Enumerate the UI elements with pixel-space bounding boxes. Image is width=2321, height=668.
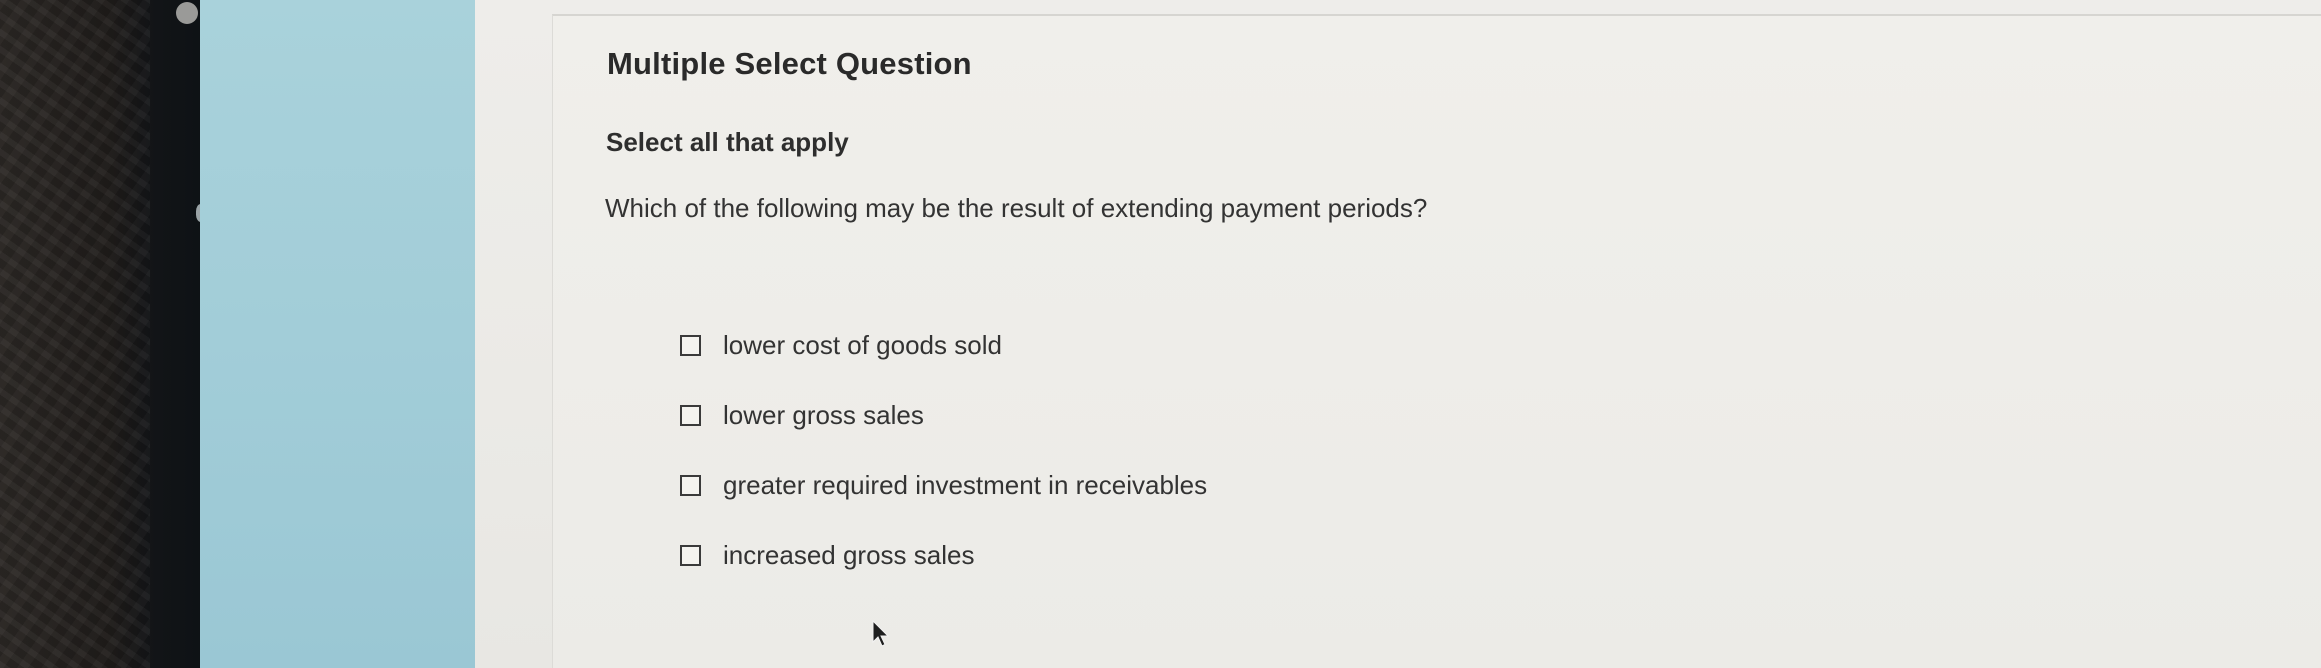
answer-option[interactable]: lower gross sales bbox=[680, 400, 1207, 430]
answer-option-label[interactable]: lower gross sales bbox=[723, 400, 924, 431]
photo-of-screen: Multiple Select Question Select all that… bbox=[0, 0, 2321, 668]
answer-options-list: lower cost of goods sold lower gross sal… bbox=[680, 330, 1207, 610]
checkbox-icon[interactable] bbox=[680, 404, 701, 426]
checkbox-icon[interactable] bbox=[680, 334, 701, 356]
answer-option[interactable]: greater required investment in receivabl… bbox=[680, 470, 1207, 500]
answer-option[interactable]: lower cost of goods sold bbox=[680, 330, 1207, 360]
monitor-bezel bbox=[0, 0, 200, 668]
checkbox-icon[interactable] bbox=[680, 544, 701, 566]
background-texture bbox=[0, 0, 150, 668]
question-prompt: Which of the following may be the result… bbox=[605, 193, 1428, 223]
checkbox-icon[interactable] bbox=[680, 474, 701, 496]
left-side-panel bbox=[200, 0, 475, 668]
instruction-text: Select all that apply bbox=[606, 127, 849, 157]
answer-option-label[interactable]: lower cost of goods sold bbox=[723, 330, 1002, 361]
bezel-light-spot bbox=[176, 2, 198, 24]
answer-option-label[interactable]: increased gross sales bbox=[723, 540, 974, 571]
answer-option[interactable]: increased gross sales bbox=[680, 540, 1207, 570]
question-type-heading: Multiple Select Question bbox=[607, 46, 972, 81]
answer-option-label[interactable]: greater required investment in receivabl… bbox=[723, 470, 1207, 501]
